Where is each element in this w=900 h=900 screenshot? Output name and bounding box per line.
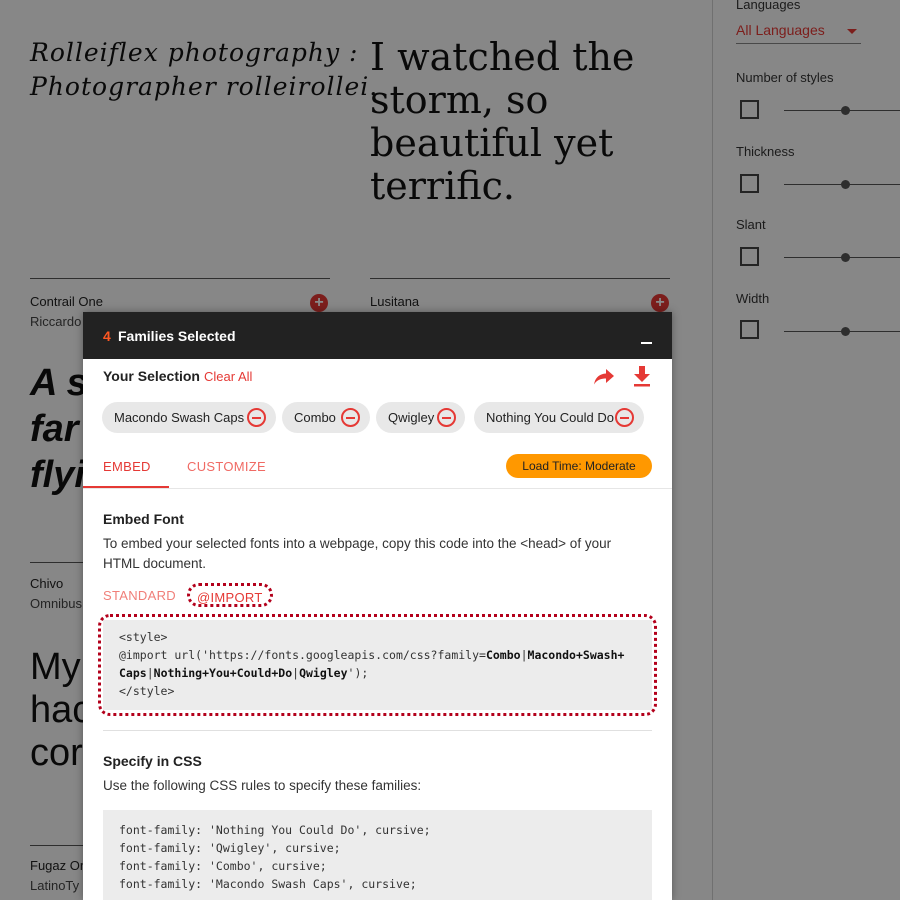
css-rule-line: font-family: 'Combo', cursive; — [119, 859, 327, 873]
tab-customize[interactable]: CUSTOMIZE — [187, 459, 266, 474]
tab-divider — [83, 488, 672, 489]
chip-label: Combo — [294, 410, 336, 425]
code-highlight-outline — [98, 614, 657, 716]
selected-family-chip: Combo — [282, 402, 370, 433]
remove-family-icon[interactable] — [437, 408, 456, 427]
your-selection-heading: Your Selection — [103, 368, 200, 384]
selection-drawer: 4 Families Selected Your Selection Clear… — [83, 312, 672, 900]
css-rule-line: font-family: 'Qwigley', cursive; — [119, 841, 341, 855]
minimize-icon[interactable] — [641, 342, 652, 344]
code-line: </style> — [119, 684, 175, 698]
drawer-title: Families Selected — [118, 328, 236, 344]
remove-family-icon[interactable] — [615, 408, 634, 427]
embed-font-heading: Embed Font — [103, 511, 184, 527]
specify-css-heading: Specify in CSS — [103, 753, 202, 769]
css-rule-line: font-family: 'Macondo Swash Caps', cursi… — [119, 877, 417, 891]
load-time-label: Load Time: Moderate — [522, 459, 636, 473]
drawer-header[interactable]: 4 Families Selected — [83, 312, 672, 359]
subtab-import[interactable]: @IMPORT — [187, 583, 273, 607]
download-icon[interactable] — [632, 365, 652, 387]
section-divider — [103, 730, 652, 731]
subtab-standard[interactable]: STANDARD — [103, 588, 176, 603]
chip-label: Macondo Swash Caps — [114, 410, 245, 425]
chip-label: Nothing You Could Do — [486, 410, 614, 425]
code-line: @import url('https://fonts.googleapis.co… — [119, 648, 625, 662]
embed-font-description: To embed your selected fonts into a webp… — [103, 536, 612, 571]
load-time-badge: Load Time: Moderate — [506, 454, 652, 478]
remove-family-icon[interactable] — [247, 408, 266, 427]
code-line: Caps|Nothing+You+Could+Do|Qwigley'); — [119, 666, 369, 680]
selected-family-chip: Qwigley — [376, 402, 465, 433]
chip-label: Qwigley — [388, 410, 435, 425]
remove-family-icon[interactable] — [341, 408, 360, 427]
code-line: <style> — [119, 630, 168, 644]
specify-css-description: Use the following CSS rules to specify t… — [103, 778, 422, 793]
share-icon[interactable] — [593, 366, 615, 386]
clear-all-button[interactable]: Clear All — [204, 369, 252, 384]
selected-family-chip: Nothing You Could Do — [474, 402, 644, 433]
css-rule-line: font-family: 'Nothing You Could Do', cur… — [119, 823, 431, 837]
families-count: 4 — [103, 328, 111, 344]
tab-embed[interactable]: EMBED — [103, 459, 151, 474]
selected-family-chip: Macondo Swash Caps — [102, 402, 276, 433]
